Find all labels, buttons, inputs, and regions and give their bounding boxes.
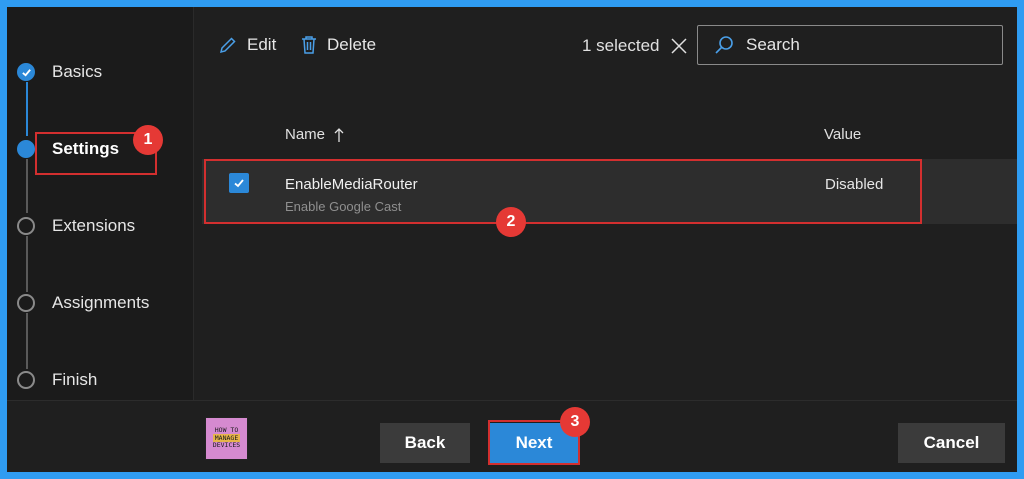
current-step-icon — [17, 140, 35, 158]
pending-step-icon — [17, 371, 35, 389]
selected-count-text: 1 selected — [582, 36, 660, 55]
search-box[interactable] — [697, 25, 1003, 65]
step-finish[interactable]: Finish — [17, 368, 97, 392]
step-marker-3: 3 — [560, 407, 590, 437]
stepper-connector — [26, 313, 28, 369]
edit-label: Edit — [247, 35, 277, 54]
step-label: Finish — [52, 370, 98, 389]
sort-ascending-icon — [334, 127, 344, 142]
stepper-connector — [26, 236, 28, 292]
step-extensions[interactable]: Extensions — [17, 214, 135, 238]
step-marker-1: 1 — [133, 125, 163, 155]
step-label: Extensions — [52, 216, 136, 235]
highlight-box-row — [204, 159, 922, 224]
pending-step-icon — [17, 217, 35, 235]
checkmark-icon — [17, 63, 35, 81]
wizard-stepper: Basics Settings Extensions Assignments F… — [7, 7, 194, 400]
trash-icon — [302, 36, 316, 54]
step-marker-2: 2 — [496, 207, 526, 237]
search-input[interactable] — [744, 34, 988, 56]
back-button[interactable]: Back — [380, 423, 470, 463]
selection-status: 1 selected — [582, 36, 688, 56]
pending-step-icon — [17, 294, 35, 312]
search-icon — [715, 36, 733, 54]
delete-label: Delete — [327, 35, 377, 54]
step-label: Basics — [52, 62, 103, 81]
edit-button[interactable]: Edit — [218, 35, 276, 55]
pencil-icon — [219, 37, 236, 54]
step-assignments[interactable]: Assignments — [17, 291, 149, 315]
delete-button[interactable]: Delete — [300, 35, 376, 55]
step-label: Assignments — [52, 293, 150, 312]
column-header-value: Value — [824, 126, 861, 143]
column-header-name[interactable]: Name — [285, 126, 345, 143]
cancel-button[interactable]: Cancel — [898, 423, 1005, 463]
brand-logo: HOW TO MANAGE DEVICES — [205, 417, 248, 460]
column-header-label: Value — [824, 126, 862, 143]
stepper-connector — [26, 159, 28, 213]
step-basics[interactable]: Basics — [17, 60, 102, 84]
wizard-frame: Basics Settings Extensions Assignments F… — [7, 7, 1017, 472]
column-header-label: Name — [285, 126, 326, 143]
clear-selection-icon[interactable] — [670, 37, 688, 55]
logo-text: DEVICES — [212, 441, 241, 450]
stepper-connector-done — [26, 82, 28, 136]
